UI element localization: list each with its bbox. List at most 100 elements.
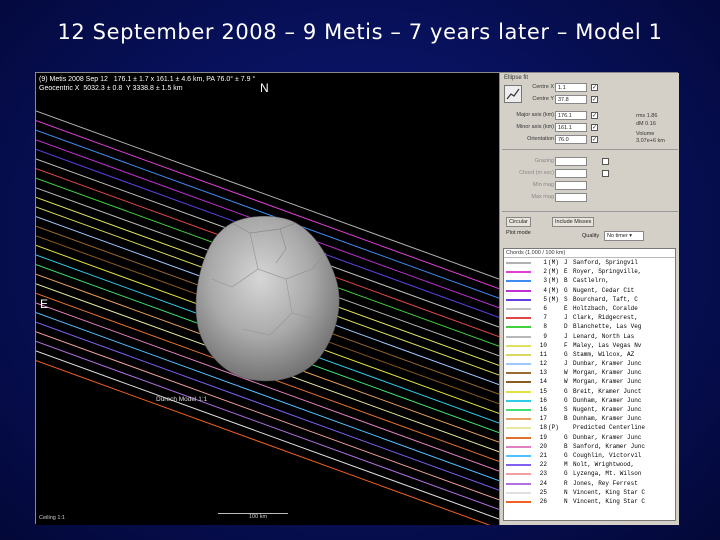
quality-label: Quality bbox=[582, 233, 600, 239]
chord-list-item[interactable]: 21 G Coughlin, Victorvil bbox=[504, 451, 675, 460]
chord-list-header: Chords (1.000 / 100 km) bbox=[504, 249, 675, 258]
chord-color-swatch bbox=[506, 298, 531, 301]
chord-list-item[interactable]: 17 B Dunham, Kramer Junc bbox=[504, 414, 675, 423]
chord-list-item[interactable]: 8 D Blanchette, Las Veg bbox=[504, 322, 675, 331]
chord-number: 18 bbox=[539, 424, 547, 432]
chord-list-item[interactable]: 11 G Stamm, Wilcox, AZ bbox=[504, 350, 675, 359]
min-mag-row: Min mag bbox=[500, 181, 680, 191]
divider bbox=[502, 211, 678, 212]
chord-color-swatch bbox=[506, 491, 531, 494]
chord-code: W bbox=[564, 378, 568, 386]
centre-y-fix-checkbox[interactable]: ✓ bbox=[591, 96, 598, 103]
orientation-fix-checkbox[interactable]: ✓ bbox=[591, 136, 598, 143]
max-mag-field[interactable] bbox=[555, 193, 587, 202]
orientation-field[interactable]: 76.0 bbox=[555, 135, 587, 144]
chord-list-item[interactable]: 23 G Lyzenga, Mt. Wilson bbox=[504, 469, 675, 478]
occultation-plot-view[interactable]: (9) Metis 2008 Sep 12 176.1 ± 1.7 x 161.… bbox=[36, 73, 499, 525]
chord-observer: Morgan, Kramer Junc bbox=[573, 369, 642, 377]
minor-axis-fix-checkbox[interactable]: ✓ bbox=[591, 124, 598, 131]
min-mag-field[interactable] bbox=[555, 181, 587, 190]
grazing-field[interactable] bbox=[555, 157, 587, 166]
chord-number: 16 bbox=[539, 406, 547, 413]
chord-number: 1 bbox=[543, 259, 547, 266]
chord-number: 21 bbox=[539, 451, 547, 459]
chord-color-swatch bbox=[506, 289, 531, 292]
chord-list[interactable]: Chords (1.000 / 100 km) 1 (M) J Sanford, Sp… bbox=[503, 248, 676, 521]
dm-text: dM 0.16 bbox=[636, 121, 656, 127]
chord-color-swatch bbox=[506, 335, 531, 338]
chord-code: E bbox=[564, 304, 568, 312]
scale-label: 100 km bbox=[249, 514, 268, 520]
chord-code: G bbox=[564, 433, 568, 441]
chord-list-item[interactable]: 24 R Jones, Rey Ferrest bbox=[504, 479, 675, 488]
chord-observer: Stamm, Wilcox, AZ bbox=[573, 350, 635, 358]
chord-color-swatch bbox=[506, 317, 531, 320]
centre-y-field[interactable]: 37.8 bbox=[555, 95, 587, 104]
chord-list-item[interactable]: 26 N Vincent, King Star C bbox=[504, 497, 675, 506]
chord-msec-field[interactable] bbox=[555, 169, 587, 178]
volume-value: 3.07e+6 km bbox=[636, 138, 665, 144]
centre-x-field[interactable]: 1.1 bbox=[555, 83, 587, 92]
quality-select[interactable]: No timer ▾ bbox=[604, 231, 644, 241]
chord-list-item[interactable]: 3 (M) B Castlelrn, bbox=[504, 276, 675, 285]
major-axis-field[interactable]: 176.1 bbox=[555, 111, 587, 120]
asteroid-shape-model bbox=[195, 216, 340, 382]
centre-y-row: Centre Y 37.8 ✓ bbox=[500, 95, 680, 105]
chord-code: G bbox=[564, 387, 568, 395]
chord-number: 6 bbox=[543, 304, 547, 312]
chord-number: 10 bbox=[539, 341, 547, 349]
chord-observer: Clark, Ridgecrest, bbox=[573, 314, 638, 322]
minor-axis-field[interactable]: 161.1 bbox=[555, 123, 587, 132]
chord-observer: Nugent, Kramer Junc bbox=[573, 406, 642, 413]
major-axis-fix-checkbox[interactable]: ✓ bbox=[591, 112, 598, 119]
chord-list-item[interactable]: 25 N Vincent, King Star C bbox=[504, 488, 675, 497]
chord-color-swatch bbox=[506, 280, 531, 283]
chord-list-item[interactable]: 4 (M) G Nugent, Cedar Cit bbox=[504, 286, 675, 295]
grazing-checkbox[interactable] bbox=[602, 158, 609, 165]
chord-observer: Nugent, Cedar Cit bbox=[573, 286, 635, 294]
chord-observer: Maley, Las Vegas Nv bbox=[573, 341, 642, 349]
chord-list-item[interactable]: 2 (M) E Royer, Springville, bbox=[504, 267, 675, 276]
chord-list-item[interactable]: 22 M Nolt, Wrightwood, bbox=[504, 460, 675, 469]
chord-observer: Castlelrn, bbox=[573, 277, 610, 285]
chord-number: 9 bbox=[543, 332, 547, 340]
include-misses-checkbox[interactable]: Include Misses bbox=[552, 217, 595, 227]
chord-list-item[interactable]: 14 W Morgan, Kramer Junc bbox=[504, 377, 675, 386]
rms-text: rms 1.86 bbox=[636, 113, 658, 119]
chord-list-item[interactable]: 20 B Sanford, Kramer Junc bbox=[504, 442, 675, 451]
circular-checkbox[interactable]: Circular bbox=[506, 217, 531, 227]
chord-list-item[interactable]: 19 G Dunbar, Kramer Junc bbox=[504, 433, 675, 442]
asteroid-body bbox=[195, 216, 340, 382]
chord-flag: (M) bbox=[548, 259, 559, 266]
chord-code: J bbox=[564, 360, 568, 368]
chord-number: 5 bbox=[543, 295, 547, 303]
include-misses-label: Include Misses bbox=[555, 219, 592, 225]
chord-list-item[interactable]: 16 G Dunham, Kramer Junc bbox=[504, 396, 675, 405]
chord-observer: Blanchette, Las Veg bbox=[573, 323, 642, 331]
chord-flag: (P) bbox=[548, 424, 559, 432]
centre-x-fix-checkbox[interactable]: ✓ bbox=[591, 84, 598, 91]
max-mag-row: Max mag bbox=[500, 193, 680, 203]
chord-list-item[interactable]: 5 (M) S Bourchard, Taft, C bbox=[504, 295, 675, 304]
chord-color-swatch bbox=[506, 454, 531, 457]
chord-list-item[interactable]: 12 J Dunbar, Kramer Junc bbox=[504, 359, 675, 368]
chord-number: 3 bbox=[543, 277, 547, 285]
chord-code: N bbox=[564, 497, 568, 505]
east-label: E bbox=[40, 297, 49, 311]
chord-number: 19 bbox=[539, 433, 547, 441]
chord-list-item[interactable]: 13 W Morgan, Kramer Junc bbox=[504, 368, 675, 377]
chord-number: 14 bbox=[539, 378, 547, 386]
chord-list-item[interactable]: 10 F Maley, Las Vegas Nv bbox=[504, 341, 675, 350]
chord-number: 23 bbox=[539, 470, 547, 478]
chord-list-item[interactable]: 18 (P) Predicted Centerline bbox=[504, 423, 675, 432]
chord-list-item[interactable]: 6 E Holtzbach, Coralde bbox=[504, 304, 675, 313]
chord-list-item[interactable]: 15 G Breit, Kramer Junct bbox=[504, 387, 675, 396]
chord-list-item[interactable]: 9 J Lenard, North Las bbox=[504, 332, 675, 341]
chord-code: J bbox=[564, 332, 568, 340]
chord-msec-checkbox[interactable] bbox=[602, 170, 609, 177]
chord-color-swatch bbox=[506, 399, 531, 402]
grazing-row: Grazing bbox=[500, 157, 680, 167]
chord-list-item[interactable]: 1 (M) J Sanford, Springvil bbox=[504, 258, 675, 267]
chord-list-item[interactable]: 7 J Clark, Ridgecrest, bbox=[504, 313, 675, 322]
chord-list-item[interactable]: 16 S Nugent, Kramer Junc bbox=[504, 405, 675, 414]
